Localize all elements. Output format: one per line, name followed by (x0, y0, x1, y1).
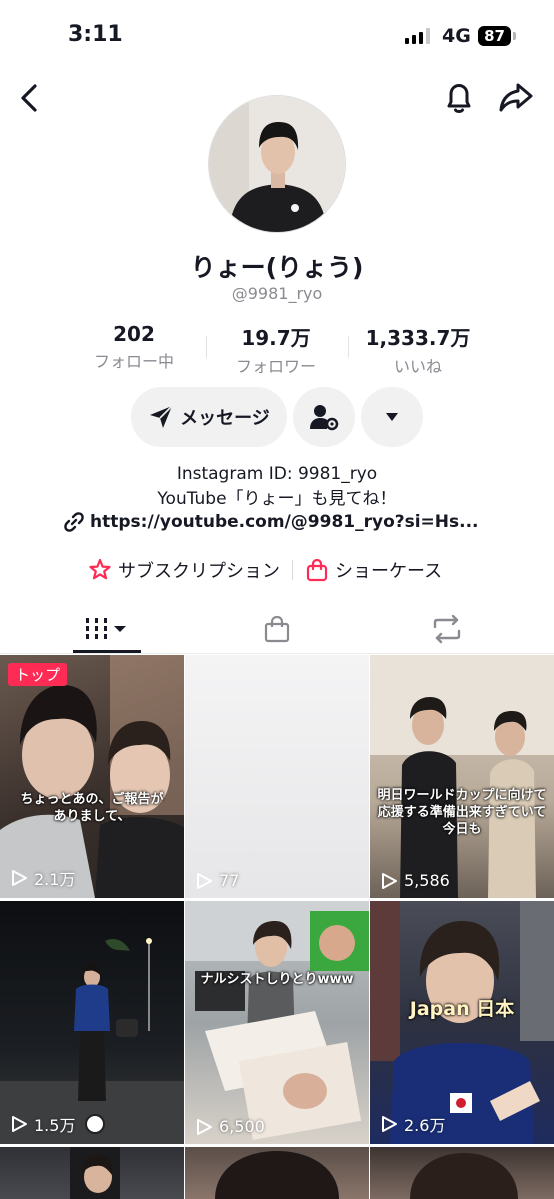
view-count-text: 1.5万 (34, 1116, 76, 1135)
bell-icon[interactable] (440, 78, 478, 116)
bio: Instagram ID: 9981_ryo YouTube「りょー」も見てね！ (0, 462, 554, 512)
thumbnail-art (370, 901, 554, 1144)
showcase-link[interactable]: ショーケース (305, 557, 442, 583)
followers-count: 19.7万 (241, 326, 311, 350)
bio-link[interactable]: https://youtube.com/@9981_ryo?si=Hs... (64, 512, 494, 532)
video-thumbnail[interactable]: Japan 日本 2.6万 (370, 901, 554, 1144)
shopping-bag-icon (306, 558, 328, 582)
likes-count: 1,333.7万 (365, 326, 471, 350)
soccer-ball-icon (85, 1114, 106, 1134)
video-thumbnail[interactable]: 1.5万 (0, 901, 184, 1144)
play-icon (12, 870, 27, 886)
content-tabs (0, 604, 554, 654)
message-button-label: メッセージ (180, 408, 270, 429)
thumbnail-art (215, 1151, 339, 1199)
video-thumbnail[interactable]: 明日ワールドカップに向けて 応援する準備出来すぎていて 今日も 5,586 (370, 655, 554, 898)
more-options-button[interactable] (361, 387, 423, 447)
message-button[interactable]: メッセージ (131, 387, 287, 447)
battery-nub (513, 32, 516, 40)
avatar[interactable] (208, 95, 346, 233)
tab-videos[interactable] (14, 604, 199, 654)
play-icon (197, 1118, 212, 1135)
share-icon[interactable] (496, 78, 536, 116)
view-count-text: 2.6万 (404, 1116, 446, 1135)
cellular-signal-icon (405, 28, 430, 44)
subscription-link[interactable]: サブスクリプション (88, 557, 280, 583)
link-icon (64, 512, 84, 532)
video-caption: 明日ワールドカップに向けて 応援する準備出来すぎていて 今日も (377, 788, 547, 837)
play-icon (12, 1116, 27, 1132)
tab-shop[interactable] (184, 604, 369, 654)
view-count-text: 6,500 (219, 1117, 265, 1136)
view-count-text: 77 (219, 871, 240, 890)
display-name: りょー(りょう) (190, 253, 364, 282)
shopping-bag-icon (264, 615, 289, 643)
send-icon (150, 405, 173, 428)
video-thumbnail[interactable] (185, 1147, 369, 1199)
stat-divider (348, 336, 349, 358)
video-caption: ちょっとあの、ご報告が ありまして、 (20, 792, 164, 824)
profile-stats: 202 フォロー中 19.7万 フォロワー 1,333.7万 いいね (0, 322, 554, 376)
thumbnail-art (370, 655, 554, 898)
view-count: 1.5万 (10, 1112, 106, 1136)
back-icon[interactable] (14, 80, 48, 116)
view-count-text: 5,586 (404, 871, 450, 890)
video-thumbnail[interactable]: トップ ちょっとあの、ご報告が ありまして、 2.1万 (0, 655, 184, 898)
following-label: フォロー中 (93, 352, 174, 371)
likes-stat[interactable]: 1,333.7万 いいね (360, 322, 476, 377)
status-bar: 3:11 4G 87 (0, 0, 554, 70)
bio-line: YouTube「りょー」も見てね！ (157, 489, 397, 509)
view-count: 2.1万 (10, 866, 75, 890)
showcase-label: ショーケース (335, 561, 443, 582)
video-caption: ナルシストしりとりwww (200, 972, 354, 987)
thumbnail-art (70, 1147, 120, 1199)
view-count: 6,500 (195, 1117, 265, 1136)
view-count: 77 (195, 871, 239, 890)
video-caption: Japan 日本 (409, 998, 515, 1020)
thumbnail-art (410, 1153, 518, 1199)
username-handle: @9981_ryo (231, 284, 323, 303)
status-time: 3:11 (68, 22, 123, 47)
play-icon (382, 1116, 397, 1132)
feature-divider (292, 560, 293, 580)
tab-reposts[interactable] (354, 604, 539, 654)
bio-link-text: https://youtube.com/@9981_ryo?si=Hs... (90, 512, 479, 532)
subscription-label: サブスクリプション (118, 561, 280, 582)
view-count: 5,586 (380, 871, 450, 890)
thumbnail-art (0, 938, 184, 1144)
view-count: 2.6万 (380, 1112, 445, 1136)
repost-icon (433, 614, 460, 644)
thumbnail-art (185, 901, 369, 1140)
video-thumbnail[interactable] (0, 1147, 184, 1199)
top-badge: トップ (8, 663, 68, 686)
play-icon (197, 872, 212, 889)
add-friend-button[interactable] (293, 387, 355, 447)
video-thumbnail[interactable]: 77 (185, 655, 369, 898)
network-type: 4G (442, 25, 471, 47)
thumbnail-art (0, 655, 184, 898)
caret-down-icon (386, 413, 398, 421)
followers-label: フォロワー (235, 357, 316, 376)
stat-divider (206, 336, 207, 358)
video-grid: トップ ちょっとあの、ご報告が ありまして、 2.1万 77 明日ワールドカップ… (0, 655, 554, 1199)
play-icon (382, 872, 397, 889)
following-stat[interactable]: 202 フォロー中 (86, 322, 182, 372)
followers-stat[interactable]: 19.7万 フォロワー (226, 322, 326, 377)
likes-label: いいね (393, 357, 442, 376)
feature-row: サブスクリプション ショーケース (88, 556, 488, 584)
battery-icon: 87 (478, 26, 511, 46)
following-count: 202 (113, 322, 155, 346)
grid-icon (85, 618, 126, 639)
user-settings-icon (310, 405, 339, 431)
star-icon (89, 558, 111, 580)
video-thumbnail[interactable] (370, 1147, 554, 1199)
view-count-text: 2.1万 (34, 870, 76, 889)
video-thumbnail[interactable]: ナルシストしりとりwww 6,500 (185, 901, 369, 1144)
bio-line: Instagram ID: 9981_ryo (176, 464, 378, 484)
active-tab-indicator (73, 650, 141, 653)
